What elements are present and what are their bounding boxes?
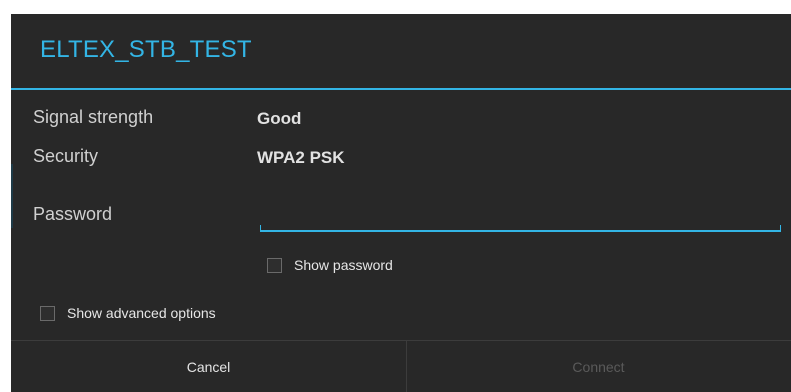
connect-button[interactable]: Connect (407, 341, 790, 392)
security-label: Security (33, 146, 99, 166)
password-underline-right-tick (780, 225, 781, 230)
security-value: WPA2 PSK (257, 148, 345, 167)
password-label: Password (33, 204, 113, 224)
show-password-checkbox[interactable] (267, 257, 282, 273)
left-edge-accent (11, 164, 13, 228)
password-input-underline (260, 230, 781, 232)
show-password-option[interactable]: Show password (267, 257, 393, 273)
show-advanced-options-option[interactable]: Show advanced options (40, 305, 216, 321)
show-advanced-options-checkbox[interactable] (40, 305, 55, 321)
password-underline-left-tick (260, 225, 261, 230)
cancel-button[interactable]: Cancel (11, 341, 407, 392)
dialog-button-bar: Cancel Connect (11, 340, 791, 392)
signal-strength-label: Signal strength (33, 107, 154, 127)
wifi-connect-dialog: ELTEX_STB_TEST Signal strength Good Secu… (11, 14, 791, 392)
title-divider (11, 88, 791, 90)
show-advanced-options-label: Show advanced options (67, 305, 216, 321)
signal-strength-value: Good (257, 109, 302, 128)
show-password-label: Show password (294, 257, 393, 273)
dialog-title-bar: ELTEX_STB_TEST (11, 14, 791, 90)
network-name-title: ELTEX_STB_TEST (40, 36, 252, 63)
